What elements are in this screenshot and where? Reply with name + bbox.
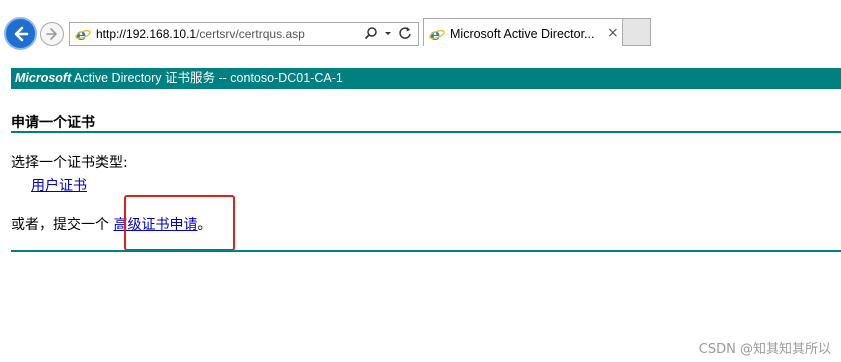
ie-tab-icon: e xyxy=(429,25,445,46)
divider-bottom xyxy=(11,250,841,252)
chevron-down-icon[interactable] xyxy=(384,26,392,40)
banner-title: Active Directory 证书服务 -- contoso-DC01-CA… xyxy=(71,71,343,85)
ie-page-icon: e xyxy=(75,25,91,46)
search-icon[interactable] xyxy=(364,26,378,40)
user-certificate-link[interactable]: 用户证书 xyxy=(31,175,87,195)
page-banner: Microsoft Active Directory 证书服务 -- conto… xyxy=(11,68,841,89)
or-text: 或者，提交一个 xyxy=(11,217,114,233)
address-controls xyxy=(364,26,412,40)
address-bar[interactable]: e http://192.168.10.1/certsrv/certrqus.a… xyxy=(69,22,419,46)
page-title: 申请一个证书 xyxy=(11,115,95,131)
tab-title: Microsoft Active Director... xyxy=(450,27,595,41)
highlight-box xyxy=(124,195,235,251)
forward-button[interactable] xyxy=(40,22,64,46)
arrow-left-icon xyxy=(14,26,28,41)
banner-brand: Microsoft xyxy=(15,71,72,85)
browser-toolbar: e http://192.168.10.1/certsrv/certrqus.a… xyxy=(0,0,841,50)
address-url: http://192.168.10.1/certsrv/certrqus.asp xyxy=(96,27,305,41)
back-button[interactable] xyxy=(4,17,37,50)
arrow-right-icon xyxy=(46,28,57,40)
choose-type-label: 选择一个证书类型: xyxy=(11,155,128,171)
refresh-icon[interactable] xyxy=(398,26,412,40)
new-tab-button[interactable] xyxy=(623,18,651,46)
watermark: CSDN @知其知其所以 xyxy=(698,342,831,357)
browser-tab[interactable]: e Microsoft Active Director... × xyxy=(423,18,623,46)
divider xyxy=(11,131,841,133)
close-tab-icon[interactable]: × xyxy=(607,25,619,41)
